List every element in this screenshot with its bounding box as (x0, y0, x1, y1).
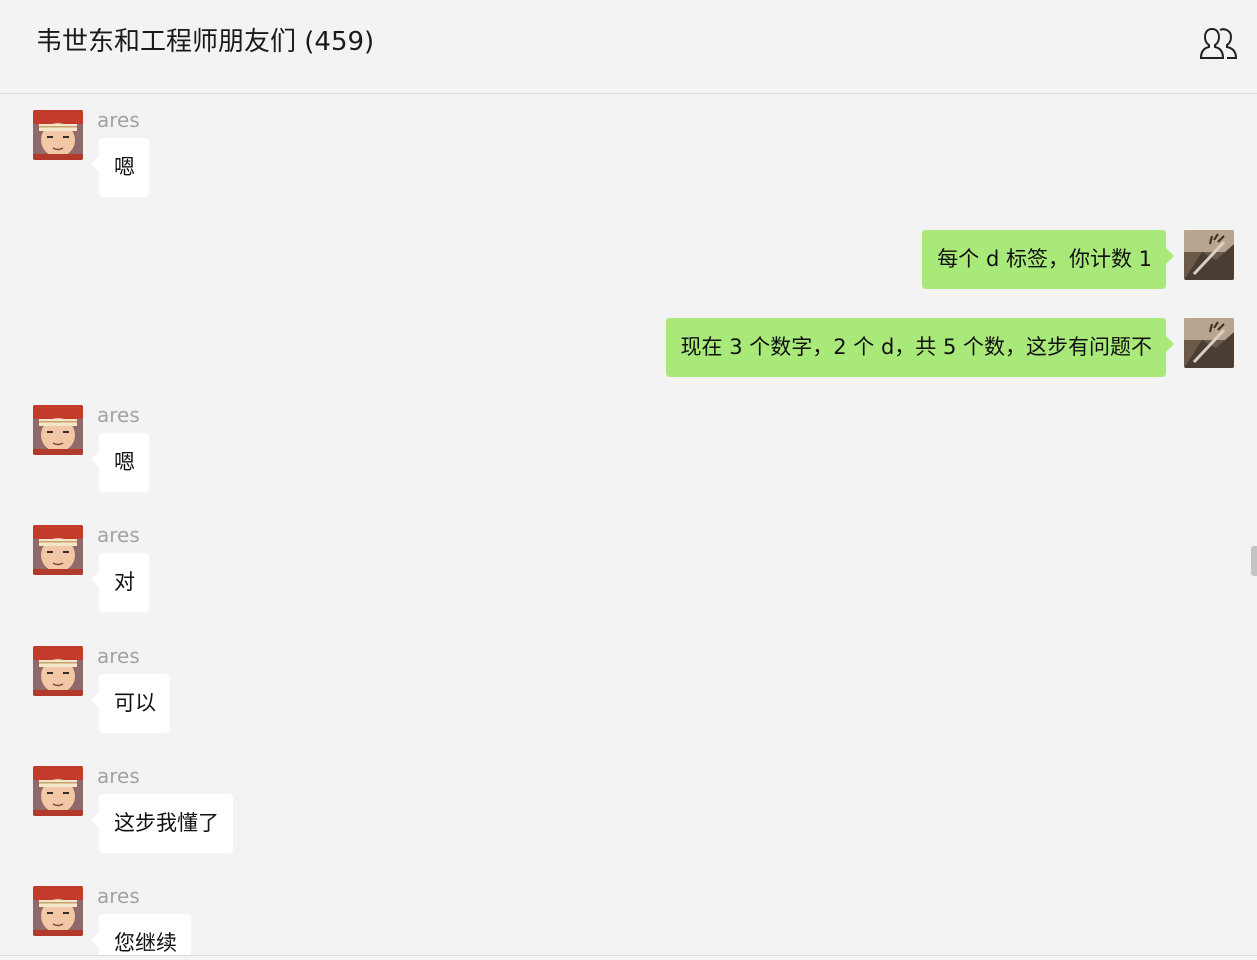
message-bubble[interactable]: 现在 3 个数字，2 个 d，共 5 个数，这步有问题不 (665, 318, 1175, 377)
message-bubble[interactable]: 嗯 (91, 433, 149, 492)
message-list[interactable]: ares 嗯 每个 d 标签，你计数 1 现在 3 个数字，2 个 d，共 5 … (0, 94, 1257, 955)
avatar[interactable] (33, 886, 83, 936)
sender-name: ares (97, 108, 140, 132)
message-bubble[interactable]: 嗯 (91, 138, 149, 197)
avatar[interactable] (33, 646, 83, 696)
group-members-icon (1199, 27, 1238, 59)
composer-divider (0, 955, 1257, 956)
chat-title: 韦世东和工程师朋友们 (459) (36, 27, 375, 57)
avatar[interactable] (33, 766, 83, 816)
avatar[interactable] (1184, 230, 1234, 280)
sender-name: ares (97, 884, 140, 908)
sender-name: ares (97, 403, 140, 427)
chat-header: 韦世东和工程师朋友们 (459) (0, 0, 1257, 94)
sender-name: ares (97, 764, 140, 788)
message-bubble[interactable]: 每个 d 标签，你计数 1 (922, 230, 1174, 289)
group-members-button[interactable] (1198, 24, 1240, 64)
message-bubble[interactable]: 可以 (91, 674, 170, 733)
scrollbar-thumb[interactable] (1251, 546, 1257, 576)
avatar[interactable] (33, 525, 83, 575)
avatar[interactable] (1184, 318, 1234, 368)
message-bubble[interactable]: 您继续 (91, 914, 191, 955)
sender-name: ares (97, 644, 140, 668)
message-bubble[interactable]: 对 (91, 553, 149, 612)
avatar[interactable] (33, 110, 83, 160)
message-bubble[interactable]: 这步我懂了 (91, 794, 233, 853)
avatar[interactable] (33, 405, 83, 455)
sender-name: ares (97, 523, 140, 547)
